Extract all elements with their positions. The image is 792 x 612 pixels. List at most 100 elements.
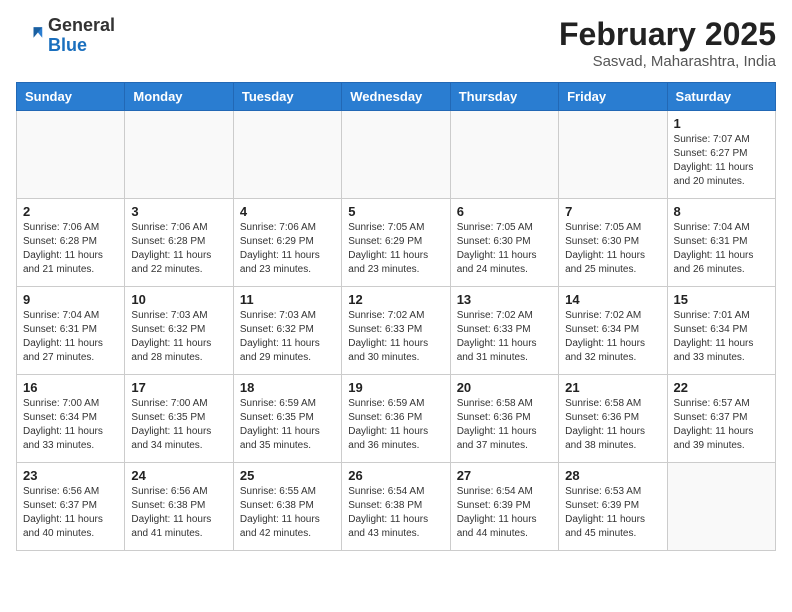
day-info: Sunrise: 6:57 AM Sunset: 6:37 PM Dayligh… [674, 397, 769, 453]
day-number: 7 [565, 204, 660, 219]
day-number: 6 [457, 204, 552, 219]
calendar-cell: 19 Sunrise: 6:59 AM Sunset: 6:36 PM Dayli… [342, 375, 450, 463]
day-number: 8 [674, 204, 769, 219]
calendar-cell: 27 Sunrise: 6:54 AM Sunset: 6:39 PM Dayli… [450, 463, 558, 551]
weekday-friday: Friday [559, 83, 667, 111]
week-row-2: 2 Sunrise: 7:06 AM Sunset: 6:28 PM Daylig… [17, 199, 776, 287]
calendar-table: SundayMondayTuesdayWednesdayThursdayFrid… [16, 82, 776, 551]
day-number: 4 [240, 204, 335, 219]
day-info: Sunrise: 7:02 AM Sunset: 6:33 PM Dayligh… [348, 309, 443, 365]
day-info: Sunrise: 6:53 AM Sunset: 6:39 PM Dayligh… [565, 485, 660, 541]
calendar-cell: 25Sunrise: 6:55 AM Sunset: 6:38 PM Dayli… [233, 463, 341, 551]
weekday-sunday: Sunday [17, 83, 125, 111]
day-info: Sunrise: 6:55 AM Sunset: 6:38 PM Dayligh… [240, 485, 335, 541]
calendar-cell: 22 Sunrise: 6:57 AM Sunset: 6:37 PM Dayli… [667, 375, 775, 463]
day-info: Sunrise: 7:03 AM Sunset: 6:32 PM Dayligh… [240, 309, 335, 365]
calendar-cell: 23 Sunrise: 6:56 AM Sunset: 6:37 PM Dayli… [17, 463, 125, 551]
calendar-cell: 24 Sunrise: 6:56 AM Sunset: 6:38 PM Dayli… [125, 463, 233, 551]
calendar-cell: 16 Sunrise: 7:00 AM Sunset: 6:34 PM Dayli… [17, 375, 125, 463]
calendar-body: 1Sunrise: 7:07 AM Sunset: 6:27 PM Daylig… [17, 111, 776, 551]
calendar-cell [17, 111, 125, 199]
logo-general: General [48, 15, 115, 35]
day-info: Sunrise: 7:00 AM Sunset: 6:35 PM Dayligh… [131, 397, 226, 453]
calendar-cell: 12 Sunrise: 7:02 AM Sunset: 6:33 PM Dayli… [342, 287, 450, 375]
day-info: Sunrise: 6:54 AM Sunset: 6:38 PM Dayligh… [348, 485, 443, 541]
calendar-cell: 4Sunrise: 7:06 AM Sunset: 6:29 PM Daylig… [233, 199, 341, 287]
day-info: Sunrise: 7:07 AM Sunset: 6:27 PM Dayligh… [674, 133, 769, 189]
day-info: Sunrise: 7:04 AM Sunset: 6:31 PM Dayligh… [674, 221, 769, 277]
day-number: 28 [565, 468, 660, 483]
calendar-cell: 6Sunrise: 7:05 AM Sunset: 6:30 PM Daylig… [450, 199, 558, 287]
week-row-4: 16 Sunrise: 7:00 AM Sunset: 6:34 PM Dayli… [17, 375, 776, 463]
title-block: February 2025 Sasvad, Maharashtra, India [559, 16, 776, 70]
week-row-5: 23 Sunrise: 6:56 AM Sunset: 6:37 PM Dayli… [17, 463, 776, 551]
day-number: 12 [348, 292, 443, 307]
day-number: 22 [674, 380, 769, 395]
day-number: 21 [565, 380, 660, 395]
calendar-cell: 26 Sunrise: 6:54 AM Sunset: 6:38 PM Dayli… [342, 463, 450, 551]
day-number: 19 [348, 380, 443, 395]
weekday-thursday: Thursday [450, 83, 558, 111]
calendar-header: SundayMondayTuesdayWednesdayThursdayFrid… [17, 83, 776, 111]
day-number: 26 [348, 468, 443, 483]
calendar-cell: 28 Sunrise: 6:53 AM Sunset: 6:39 PM Dayli… [559, 463, 667, 551]
calendar-cell [125, 111, 233, 199]
calendar-cell [342, 111, 450, 199]
day-info: Sunrise: 6:59 AM Sunset: 6:36 PM Dayligh… [348, 397, 443, 453]
calendar-cell: 1Sunrise: 7:07 AM Sunset: 6:27 PM Daylig… [667, 111, 775, 199]
day-number: 2 [23, 204, 118, 219]
day-info: Sunrise: 7:00 AM Sunset: 6:34 PM Dayligh… [23, 397, 118, 453]
calendar-cell [233, 111, 341, 199]
logo: General Blue [16, 16, 115, 56]
day-number: 17 [131, 380, 226, 395]
day-number: 10 [131, 292, 226, 307]
day-number: 15 [674, 292, 769, 307]
calendar-cell [559, 111, 667, 199]
day-number: 27 [457, 468, 552, 483]
day-info: Sunrise: 6:59 AM Sunset: 6:35 PM Dayligh… [240, 397, 335, 453]
calendar-cell: 21 Sunrise: 6:58 AM Sunset: 6:36 PM Dayli… [559, 375, 667, 463]
day-number: 14 [565, 292, 660, 307]
day-number: 23 [23, 468, 118, 483]
calendar-cell: 14Sunrise: 7:02 AM Sunset: 6:34 PM Dayli… [559, 287, 667, 375]
day-info: Sunrise: 6:56 AM Sunset: 6:38 PM Dayligh… [131, 485, 226, 541]
calendar-cell: 11Sunrise: 7:03 AM Sunset: 6:32 PM Dayli… [233, 287, 341, 375]
day-info: Sunrise: 6:56 AM Sunset: 6:37 PM Dayligh… [23, 485, 118, 541]
calendar-cell: 5Sunrise: 7:05 AM Sunset: 6:29 PM Daylig… [342, 199, 450, 287]
day-info: Sunrise: 7:01 AM Sunset: 6:34 PM Dayligh… [674, 309, 769, 365]
day-info: Sunrise: 7:02 AM Sunset: 6:33 PM Dayligh… [457, 309, 552, 365]
day-number: 3 [131, 204, 226, 219]
day-number: 13 [457, 292, 552, 307]
page-header: General Blue February 2025 Sasvad, Mahar… [16, 16, 776, 70]
day-number: 5 [348, 204, 443, 219]
calendar-cell: 3 Sunrise: 7:06 AM Sunset: 6:28 PM Daylig… [125, 199, 233, 287]
day-number: 16 [23, 380, 118, 395]
calendar-cell: 7Sunrise: 7:05 AM Sunset: 6:30 PM Daylig… [559, 199, 667, 287]
day-info: Sunrise: 7:06 AM Sunset: 6:28 PM Dayligh… [131, 221, 226, 277]
week-row-3: 9 Sunrise: 7:04 AM Sunset: 6:31 PM Daylig… [17, 287, 776, 375]
day-info: Sunrise: 6:58 AM Sunset: 6:36 PM Dayligh… [457, 397, 552, 453]
day-number: 24 [131, 468, 226, 483]
day-info: Sunrise: 6:54 AM Sunset: 6:39 PM Dayligh… [457, 485, 552, 541]
logo-icon [16, 22, 44, 50]
weekday-monday: Monday [125, 83, 233, 111]
calendar-cell: 17 Sunrise: 7:00 AM Sunset: 6:35 PM Dayli… [125, 375, 233, 463]
calendar-cell [450, 111, 558, 199]
calendar-cell: 20 Sunrise: 6:58 AM Sunset: 6:36 PM Dayli… [450, 375, 558, 463]
day-number: 20 [457, 380, 552, 395]
calendar-cell: 15 Sunrise: 7:01 AM Sunset: 6:34 PM Dayli… [667, 287, 775, 375]
weekday-tuesday: Tuesday [233, 83, 341, 111]
logo-text: General Blue [48, 16, 115, 56]
calendar-cell: 18Sunrise: 6:59 AM Sunset: 6:35 PM Dayli… [233, 375, 341, 463]
calendar-cell [667, 463, 775, 551]
day-info: Sunrise: 7:03 AM Sunset: 6:32 PM Dayligh… [131, 309, 226, 365]
logo-blue: Blue [48, 35, 87, 55]
calendar-cell: 8 Sunrise: 7:04 AM Sunset: 6:31 PM Daylig… [667, 199, 775, 287]
weekday-header-row: SundayMondayTuesdayWednesdayThursdayFrid… [17, 83, 776, 111]
day-info: Sunrise: 6:58 AM Sunset: 6:36 PM Dayligh… [565, 397, 660, 453]
day-number: 9 [23, 292, 118, 307]
day-info: Sunrise: 7:04 AM Sunset: 6:31 PM Dayligh… [23, 309, 118, 365]
week-row-1: 1Sunrise: 7:07 AM Sunset: 6:27 PM Daylig… [17, 111, 776, 199]
calendar-cell: 13 Sunrise: 7:02 AM Sunset: 6:33 PM Dayli… [450, 287, 558, 375]
month-title: February 2025 [559, 16, 776, 53]
